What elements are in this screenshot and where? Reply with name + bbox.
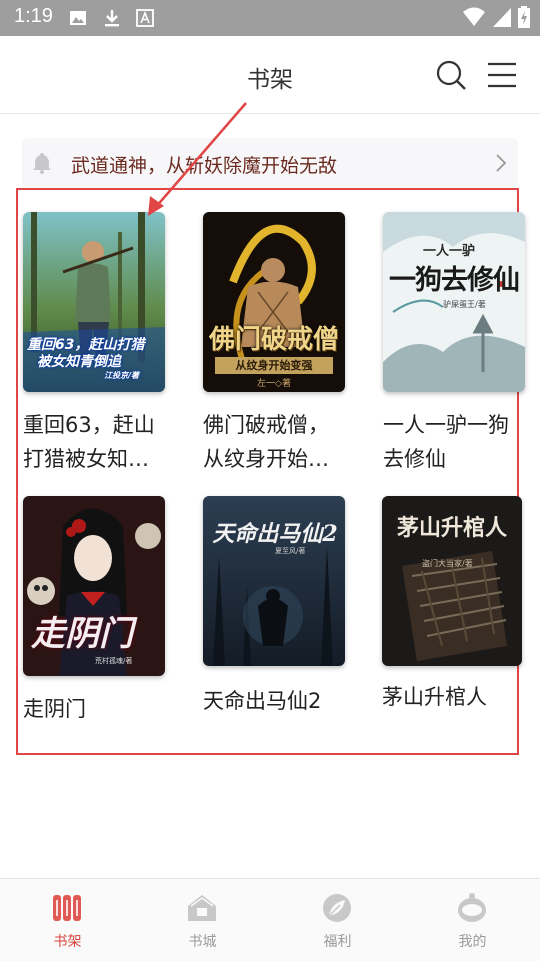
nav-tab-bookstore[interactable]: 书城 — [135, 879, 270, 961]
nav-tab-profile[interactable]: 我的 — [405, 879, 540, 961]
cover-title: 一狗去修仙 — [389, 265, 520, 296]
book-cover[interactable]: 走阴门 荒村孤魂/著 — [23, 496, 165, 676]
cover-title-line: 被女知青倒追 — [37, 354, 121, 370]
cover-title: 重回63，赶山打猎 被女知青倒追 江投京/著 — [27, 337, 161, 381]
book-title[interactable]: 走阴门 — [23, 692, 168, 726]
book-title[interactable]: 佛门破戒僧，从纹身开始变强 — [203, 408, 348, 476]
wifi-icon — [463, 7, 485, 26]
bottom-navigation: 书架 书城 福利 我的 — [0, 878, 540, 961]
nav-tab-bookshelf[interactable]: 书架 — [0, 879, 135, 961]
book-title[interactable]: 茅山升棺人 — [382, 680, 527, 714]
profile-icon — [458, 893, 486, 922]
book-item[interactable]: 一人一驴 一狗去修仙 驴屎蛋王/著 一人一驴一狗去修仙 — [383, 212, 528, 476]
book-item[interactable]: 茅山升棺人 盗门大当家/著 茅山升棺人 — [382, 496, 527, 714]
cover-title: 天命出马仙2 — [212, 521, 338, 547]
book-cover[interactable]: 佛门破戒僧 从纹身开始变强 左一◇著 — [203, 212, 345, 392]
cover-author: 盗门大当家/著 — [422, 559, 473, 568]
cover-title: 佛门破戒僧 — [208, 325, 339, 355]
search-button[interactable] — [434, 58, 468, 92]
cover-title-line: 重回63，赶山打猎 — [27, 337, 145, 353]
menu-button[interactable] — [485, 58, 519, 92]
cover-title: 茅山升棺人 — [396, 515, 507, 541]
hamburger-menu-icon — [488, 62, 516, 88]
app-notification-icon — [136, 9, 154, 27]
book-item[interactable]: 天命出马仙2 夏至风/著 天命出马仙2 — [203, 496, 348, 718]
nav-label: 我的 — [458, 934, 487, 950]
nav-label: 书架 — [53, 934, 82, 950]
cover-author: 左一◇著 — [257, 379, 291, 389]
search-icon — [436, 60, 466, 90]
notice-banner[interactable]: 武道通神，从斩妖除魔开始无敌 — [22, 138, 518, 188]
download-notification-icon — [105, 10, 119, 27]
status-bar: 1:19 — [0, 0, 540, 36]
status-time: 1:19 — [14, 5, 53, 27]
book-cover[interactable]: 茅山升棺人 盗门大当家/著 — [382, 496, 522, 666]
store-house-icon — [188, 895, 216, 921]
cover-author: 驴屎蛋王/著 — [443, 300, 486, 309]
nav-label: 福利 — [323, 934, 352, 950]
book-title[interactable]: 重回63，赶山打猎被女知青倒追 — [23, 408, 168, 476]
battery-charging-icon — [518, 6, 530, 28]
book-item[interactable]: 重回63，赶山打猎 被女知青倒追 江投京/著 重回63，赶山打猎被女知青倒追 — [23, 212, 168, 476]
bookshelf-icon — [53, 895, 81, 921]
app-header: 书架 — [0, 36, 540, 114]
book-cover[interactable]: 重回63，赶山打猎 被女知青倒追 江投京/著 — [23, 212, 165, 392]
bell-icon — [33, 153, 51, 174]
leaf-icon — [323, 894, 351, 922]
image-notification-icon — [70, 11, 86, 25]
chevron-right-icon — [496, 154, 507, 172]
book-item[interactable]: 走阴门 荒村孤魂/著 走阴门 — [23, 496, 168, 726]
signal-icon — [493, 8, 511, 27]
cover-title-small: 一人一驴 — [423, 244, 476, 259]
book-title[interactable]: 一人一驴一狗去修仙 — [383, 408, 528, 476]
nav-label: 书城 — [188, 934, 217, 950]
notice-text: 武道通神，从斩妖除魔开始无敌 — [71, 155, 338, 177]
book-item[interactable]: 佛门破戒僧 从纹身开始变强 左一◇著 佛门破戒僧，从纹身开始变强 — [203, 212, 348, 476]
book-cover[interactable]: 天命出马仙2 夏至风/著 — [203, 496, 345, 666]
nav-tab-welfare[interactable]: 福利 — [270, 879, 405, 961]
book-cover[interactable]: 一人一驴 一狗去修仙 驴屎蛋王/著 — [383, 212, 525, 392]
cover-subtitle: 从纹身开始变强 — [215, 357, 333, 374]
cover-author: 江投京/著 — [104, 371, 139, 380]
book-title[interactable]: 天命出马仙2 — [203, 684, 348, 718]
cover-author: 夏至风/著 — [275, 547, 306, 555]
cover-title: 走阴门 — [31, 614, 133, 654]
cover-author: 荒村孤魂/著 — [95, 657, 133, 665]
